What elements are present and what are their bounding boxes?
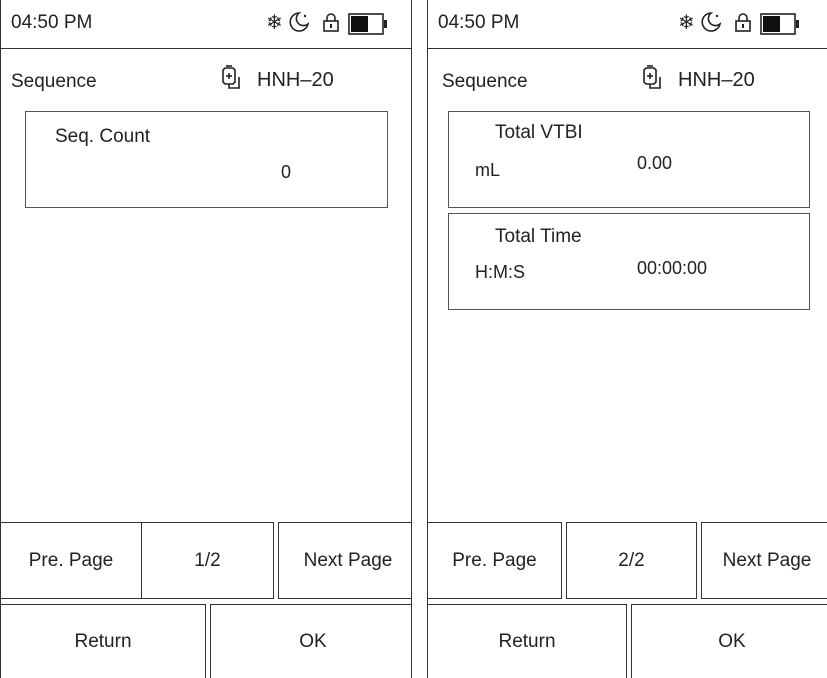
battery-icon (348, 13, 388, 40)
header-row: Sequence HNH–20 (1, 50, 411, 100)
lock-icon (734, 12, 752, 37)
sequence-screen-page-2: 04:50 PM ❄ Sequence HNH–20 Total VTBI mL… (427, 0, 827, 678)
device-name: HNH–20 (678, 69, 755, 91)
total-vtbi-unit: mL (475, 160, 501, 180)
page-indicator: 1/2 (141, 522, 274, 599)
total-time-panel: Total Time H:M:S 00:00:00 (448, 213, 810, 310)
night-mode-icon (700, 11, 722, 38)
status-bar: 04:50 PM ❄ (428, 0, 827, 49)
total-time-unit: H:M:S (475, 262, 526, 282)
status-bar: 04:50 PM ❄ (1, 0, 411, 49)
ok-button[interactable]: OK (631, 604, 827, 678)
clock-time: 04:50 PM (11, 12, 93, 33)
header-row: Sequence HNH–20 (428, 50, 827, 100)
seq-count-label: Seq. Count (55, 126, 151, 147)
action-row: Return OK (1, 604, 411, 678)
return-button[interactable]: Return (1, 604, 206, 678)
action-row: Return OK (428, 604, 827, 678)
snowflake-icon: ❄ (266, 12, 283, 34)
seq-count-panel: Seq. Count 0 (25, 111, 388, 208)
clock-time: 04:50 PM (438, 12, 520, 33)
prev-page-button[interactable]: Pre. Page (428, 522, 562, 599)
next-page-button[interactable]: Next Page (701, 522, 827, 599)
total-vtbi-value: 0.00 (637, 153, 673, 173)
page-nav: Pre. Page 2/2 Next Page (428, 522, 827, 599)
page-indicator: 2/2 (566, 522, 697, 599)
total-time-label: Total Time (495, 226, 582, 247)
battery-icon (760, 13, 800, 40)
page-title: Sequence (11, 71, 97, 92)
lock-icon (322, 12, 340, 37)
device-name: HNH–20 (257, 69, 334, 91)
seq-count-value: 0 (281, 162, 292, 182)
ok-button[interactable]: OK (210, 604, 411, 678)
infusion-bag-icon (640, 65, 664, 97)
total-time-value: 00:00:00 (637, 258, 708, 278)
snowflake-icon: ❄ (678, 12, 695, 34)
total-vtbi-label: Total VTBI (495, 122, 583, 143)
page-nav: Pre. Page 1/2 Next Page (1, 522, 411, 599)
page-title: Sequence (442, 71, 528, 92)
next-page-button[interactable]: Next Page (278, 522, 411, 599)
return-button[interactable]: Return (428, 604, 627, 678)
total-vtbi-panel: Total VTBI mL 0.00 (448, 111, 810, 208)
sequence-screen-page-1: 04:50 PM ❄ Sequence HNH–20 Seq. Count 0 (0, 0, 412, 678)
night-mode-icon (288, 11, 310, 38)
infusion-bag-icon (219, 65, 243, 97)
prev-page-button[interactable]: Pre. Page (1, 522, 142, 599)
